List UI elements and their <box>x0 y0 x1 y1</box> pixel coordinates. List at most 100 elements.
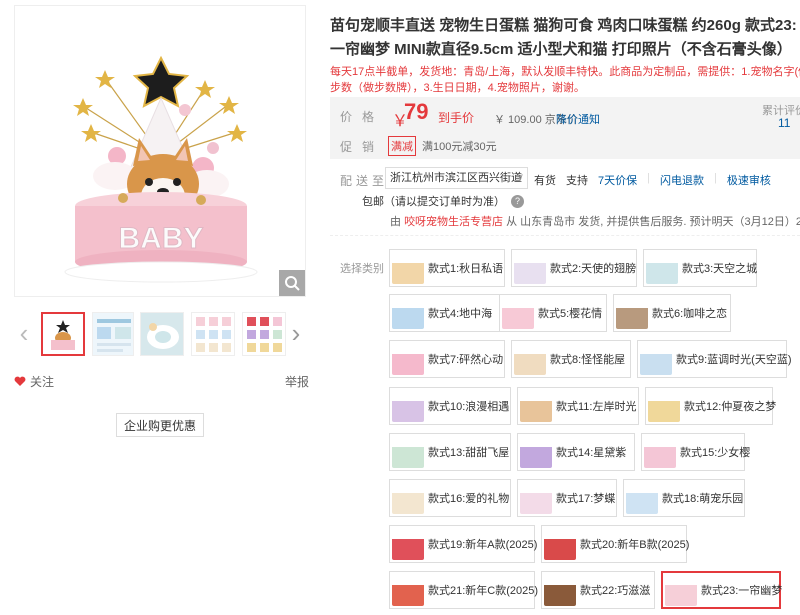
section-divider <box>330 235 800 236</box>
promo-notice-line-1: 每天17点半截单，发货地：青岛/上海，默认发顺丰特快。此商品为定制品，需提供：1… <box>330 66 800 78</box>
thumbnail-3[interactable] <box>140 312 184 356</box>
thumbnail-cake-image <box>43 314 83 354</box>
variant-thumbnail <box>514 343 546 375</box>
thumbnail-4[interactable] <box>191 312 235 356</box>
variant-option[interactable]: 款式19:新年A款(2025) <box>389 525 537 563</box>
thumb-next-button[interactable]: › <box>286 316 306 350</box>
follow-label: 关注 <box>30 375 55 389</box>
variant-option[interactable]: 款式6:咖啡之恋 <box>613 294 731 332</box>
variant-thumbnail <box>520 436 552 468</box>
variant-label: 款式2:天使的翅膀 <box>550 263 637 275</box>
thumbnail-grid-image <box>243 313 285 355</box>
variant-option[interactable]: 款式5:樱花情 <box>499 294 607 332</box>
promotion-label: 促销 <box>340 140 385 154</box>
zoom-button[interactable] <box>279 270 305 296</box>
thumb-prev-button[interactable]: ‹ <box>14 316 34 350</box>
variant-label: 款式14:星黛紫 <box>556 447 627 459</box>
variant-thumbnail <box>665 574 697 606</box>
variant-thumbnail <box>646 252 678 284</box>
variant-thumbnail <box>392 343 424 375</box>
variant-option[interactable]: 款式14:星黛紫 <box>517 433 635 471</box>
delivery-label: 配送至 <box>340 174 389 188</box>
address-selector[interactable]: 浙江杭州市滨江区西兴街道 ∨ <box>385 167 528 189</box>
promotion-desc: 满100元减30元 <box>422 141 497 153</box>
variant-option[interactable]: 款式2:天使的翅膀 <box>511 249 637 287</box>
ship-text: 从 山东青岛市 发货, 并提供售后服务. 预计明天（3月12日）24:00前发货 <box>506 216 800 228</box>
report-link[interactable]: 举报 <box>285 373 309 390</box>
price-label: 价格 <box>340 110 385 124</box>
stock-status: 有货 <box>534 175 556 187</box>
variant-option[interactable]: 款式13:甜甜飞屋 <box>389 433 511 471</box>
variant-label: 款式8:怪怪能屋 <box>550 354 626 366</box>
variant-label: 款式17:梦蝶 <box>556 493 616 505</box>
variant-option[interactable]: 款式23:一帘幽梦 <box>661 571 782 609</box>
variant-label: 款式15:少女樱 <box>680 447 751 459</box>
variant-label: 款式21:新年C款(2025) <box>428 585 539 597</box>
variant-label: 款式1:秋日私语 <box>428 263 504 275</box>
main-product-image[interactable]: BABY <box>14 5 306 297</box>
service-divider: | <box>713 172 717 184</box>
service-fast-refund[interactable]: 闪电退款 <box>660 172 704 188</box>
thumbnail-2[interactable] <box>92 312 134 356</box>
review-count-link[interactable]: 11 <box>778 116 790 130</box>
thumbnail-5[interactable] <box>242 312 286 356</box>
variant-option[interactable]: 款式9:蓝调时光(天空蓝) <box>637 340 792 378</box>
price-drop-notify-link[interactable]: 降价通知 <box>556 111 600 127</box>
variant-thumbnail <box>648 390 680 422</box>
variant-thumbnail <box>544 528 576 560</box>
variant-thumbnail <box>616 297 648 329</box>
variant-thumbnail <box>520 482 552 514</box>
variant-option[interactable]: 款式15:少女樱 <box>641 433 750 471</box>
variant-thumbnail <box>626 482 658 514</box>
variant-option[interactable]: 款式21:新年C款(2025) <box>389 571 538 609</box>
variant-thumbnail <box>392 390 424 422</box>
variant-label: 款式6:咖啡之恋 <box>652 308 728 320</box>
chevron-right-icon: › <box>291 317 301 348</box>
free-shipping-note: 包邮（请以提交订单时为准） ? <box>362 193 524 209</box>
thumbnail-cake-closeup-image <box>141 313 183 355</box>
variant-option[interactable]: 款式4:地中海 <box>389 294 505 332</box>
variant-option[interactable]: 款式11:左岸时光 <box>517 387 639 425</box>
service-price-protect[interactable]: 7天价保 <box>598 172 637 188</box>
variant-option[interactable]: 款式16:爱的礼物 <box>389 479 511 517</box>
variant-label: 款式19:新年A款(2025) <box>428 539 538 551</box>
follow-button[interactable]: 关注 <box>14 373 54 390</box>
heart-icon <box>14 376 26 386</box>
variant-thumbnail <box>502 297 534 329</box>
promo-notice-line-2: 步数（做步数牌），3.生日日期，4.宠物照片，谢谢。 <box>330 82 585 94</box>
variant-option[interactable]: 款式18:萌宠乐园 <box>623 479 745 517</box>
variant-thumbnail <box>644 436 676 468</box>
thumbnail-1[interactable] <box>41 312 85 356</box>
chevron-down-icon: ∨ <box>516 172 524 183</box>
shop-link[interactable]: 咬呀宠物生活专营店 <box>404 216 503 228</box>
variant-option[interactable]: 款式3:天空之城 <box>643 249 757 287</box>
variant-thumbnail <box>392 297 424 329</box>
chevron-left-icon: ‹ <box>19 317 29 348</box>
variant-option[interactable]: 款式22:巧滋滋 <box>541 571 655 609</box>
product-title: 苗句宠顺丰直送 宠物生日蛋糕 猫狗可食 鸡肉口味蛋糕 约260g 款式23:一帘… <box>330 17 797 58</box>
variant-label: 款式13:甜甜飞屋 <box>428 447 510 459</box>
variant-thumbnail <box>544 574 576 606</box>
variant-option[interactable]: 款式8:怪怪能屋 <box>511 340 631 378</box>
service-divider: | <box>647 172 650 184</box>
variant-label: 款式16:爱的礼物 <box>428 493 510 505</box>
service-fast-review[interactable]: 极速审核 <box>727 172 771 188</box>
support-label: 支持 <box>566 175 588 187</box>
variant-label: 款式5:樱花情 <box>538 308 603 320</box>
variant-option[interactable]: 款式20:新年B款(2025) <box>541 525 689 563</box>
variant-option[interactable]: 款式1:秋日私语 <box>389 249 505 287</box>
variant-thumbnail <box>520 390 552 422</box>
variant-thumbnail <box>392 252 424 284</box>
promotion-badge[interactable]: 满减 <box>388 136 416 156</box>
variant-option[interactable]: 款式17:梦蝶 <box>517 479 617 517</box>
help-icon[interactable]: ? <box>511 194 524 208</box>
variant-label: 款式23:一帘幽梦 <box>701 585 783 597</box>
variant-label: 款式11:左岸时光 <box>556 401 637 413</box>
variant-option[interactable]: 款式7:砰然心动 <box>389 340 505 378</box>
variant-label: 款式12:仲夏夜之梦 <box>684 401 777 413</box>
variant-thumbnail <box>392 528 424 560</box>
business-purchase-button[interactable]: 企业购更优惠 <box>116 413 204 437</box>
variant-thumbnail <box>514 252 546 284</box>
variant-option[interactable]: 款式10:浪漫相遇 <box>389 387 511 425</box>
variant-option[interactable]: 款式12:仲夏夜之梦 <box>645 387 776 425</box>
